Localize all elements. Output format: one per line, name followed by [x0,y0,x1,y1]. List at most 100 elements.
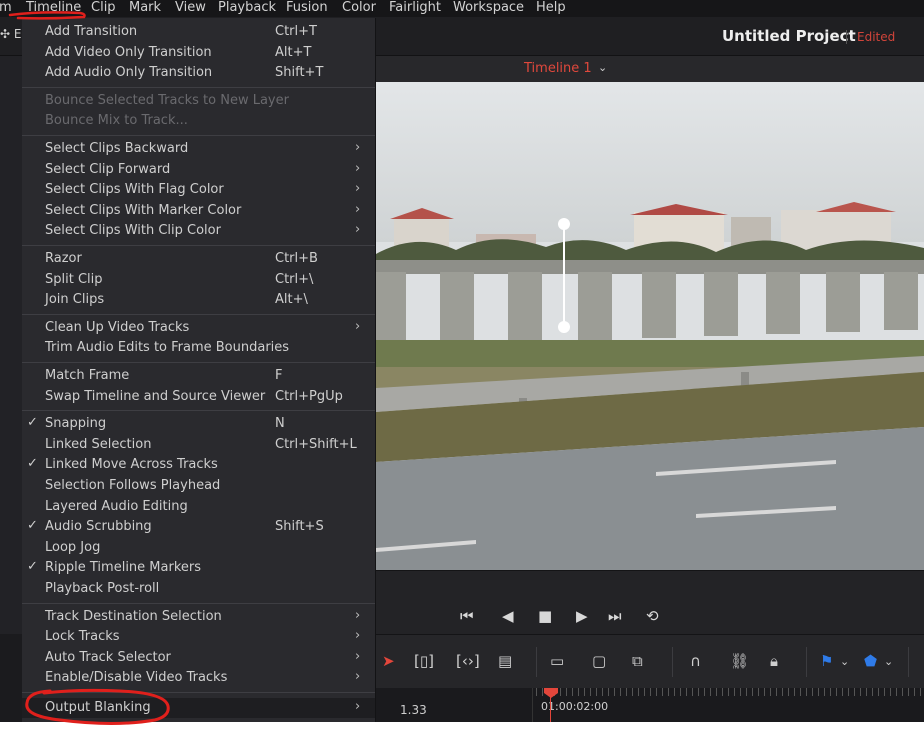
dynamic-trim-icon[interactable]: [‹›] [456,652,480,674]
replace-clip-icon[interactable]: ⧉ [632,652,643,674]
menu-timeline[interactable]: Timeline [26,0,81,16]
menu-item-audio-scrubbing[interactable]: ✓ Audio Scrubbing Shift+S [22,517,375,537]
position-lock-icon[interactable]: 🔒︎ [770,652,778,674]
menu-item-label: Trim Audio Edits to Frame Boundaries [45,340,290,356]
menu-item-output-blanking[interactable]: Output Blanking › [22,698,375,718]
menu-clip[interactable]: Clip [91,0,116,16]
overwrite-clip-icon[interactable]: ▢ [592,652,606,674]
menu-item-split-clip[interactable]: Split Clip Ctrl+\ [22,270,375,290]
menu-item-linked-selection[interactable]: Linked Selection Ctrl+Shift+L [22,435,375,455]
menu-workspace[interactable]: Workspace [453,0,524,16]
menu-item-label: Ripple Timeline Markers [45,560,202,576]
menu-separator [22,245,375,246]
flag-icon[interactable]: ⚑ [820,652,833,674]
menu-separator [22,362,375,363]
menu-item-select-clips-with-flag-color[interactable]: Select Clips With Flag Color › [22,180,375,200]
menu-fusion[interactable]: Fusion [286,0,328,16]
play-icon[interactable]: ▶ [576,607,588,625]
menu-item-swap-timeline-and-source-viewer[interactable]: Swap Timeline and Source Viewer Ctrl+PgUp [22,387,375,407]
marker-chevron-down-icon[interactable]: ⌄ [884,655,893,677]
menu-item-selection-follows-playhead[interactable]: Selection Follows Playhead [22,476,375,496]
menu-item-select-clips-backward[interactable]: Select Clips Backward › [22,139,375,159]
menu-item-label: Selection Follows Playhead [45,478,221,493]
menu-item-label: Linked Move Across Tracks [45,457,218,473]
menu-item-clean-up-video-tracks[interactable]: Clean Up Video Tracks › [22,318,375,338]
menu-item-snapping[interactable]: ✓ Snapping N [22,414,375,434]
resolve-window: m Timeline Clip Mark View Playback Fusio… [0,0,924,722]
playhead-icon[interactable] [544,688,558,698]
menu-item-label: Audio Scrubbing [45,519,152,535]
title-divider [846,30,847,44]
menu-item-shortcut: Alt+\ [275,292,308,308]
loop-icon[interactable]: ⟲ [646,607,659,625]
menu-item-lock-tracks[interactable]: Lock Tracks › [22,627,375,647]
edit-toolbar: ➤ [▯] [‹›] ▤ ▭ ▢ ⧉ ∩ ⛓ 🔒︎ ⚑ ⌄ ⬟ ⌄ [376,634,924,689]
menu-item-label: Join Clips [45,292,105,308]
menu-item-add-transition[interactable]: Add Transition Ctrl+T [22,22,375,42]
menu-item-add-video-only-transition[interactable]: Add Video Only Transition Alt+T [22,43,375,63]
menu-item-loop-jog[interactable]: Loop Jog [22,538,375,558]
check-icon: ✓ [27,415,38,431]
marker-icon[interactable]: ⬟ [864,652,877,674]
menu-item-bounce-selected-tracks-to-new-layer: Bounce Selected Tracks to New Layer [22,91,375,111]
stop-icon[interactable]: ■ [538,607,552,625]
go-to-start-icon[interactable]: ⏮ [460,607,474,625]
chevron-down-icon[interactable]: ⌄ [598,61,607,74]
menu-item-label: Enable/Disable Video Tracks [45,670,228,686]
flag-chevron-down-icon[interactable]: ⌄ [840,655,849,677]
go-to-end-icon[interactable]: ⏭ [608,607,622,625]
chevron-right-icon: › [355,699,361,714]
menu-item-label: Select Clips With Marker Color [45,202,242,218]
menu-item-join-clips[interactable]: Join Clips Alt+\ [22,290,375,310]
menu-fairlight[interactable]: Fairlight [389,0,441,16]
menu-item-shortcut: Ctrl+\ [275,271,314,287]
menu-item-label: Match Frame [45,368,130,383]
menu-item-razor[interactable]: Razor Ctrl+B [22,249,375,269]
menu-mark[interactable]: Mark [129,0,161,16]
link-icon[interactable]: ⛓ [730,652,749,674]
menu-item-playback-post-roll[interactable]: Playback Post-roll [22,579,375,599]
menu-item-select-clip-forward[interactable]: Select Clip Forward › [22,160,375,180]
menu-item-shortcut: Shift+T [275,65,324,81]
menu-item-select-clips-with-clip-color[interactable]: Select Clips With Clip Color › [22,221,375,241]
blade-tool-icon[interactable]: ▤ [498,652,512,674]
chevron-right-icon: › [355,160,361,176]
menu-item-select-clips-with-marker-color[interactable]: Select Clips With Marker Color › [22,201,375,221]
menu-item-add-audio-only-transition[interactable]: Add Audio Only Transition Shift+T [22,63,375,83]
timeline-name-dropdown[interactable]: Timeline 1 [524,61,592,76]
snapping-icon[interactable]: ∩ [690,652,701,674]
toolbar-divider [806,647,807,677]
effects-button-fragment[interactable]: ✣ E [0,27,21,41]
menu-playback[interactable]: Playback [218,0,276,16]
menu-item-match-frame[interactable]: Match Frame F [22,366,375,386]
insert-clip-icon[interactable]: ▭ [550,652,564,674]
menu-item-bounce-mix-to-track: Bounce Mix to Track... [22,111,375,131]
timeline-dropdown-menu: Add Transition Ctrl+T Add Video Only Trans… [22,18,376,722]
menu-item-enable-disable-video-tracks[interactable]: Enable/Disable Video Tracks › [22,668,375,688]
chevron-right-icon: › [355,201,361,217]
menu-color[interactable]: Color [342,0,376,16]
menu-item-linked-move-across-tracks[interactable]: ✓ Linked Move Across Tracks [22,455,375,475]
ruler-divider [532,688,533,722]
menu-item-label: Swap Timeline and Source Viewer [45,388,266,404]
menu-item-track-destination-selection[interactable]: Track Destination Selection › [22,607,375,627]
play-reverse-icon[interactable]: ◀ [502,607,514,625]
menu-bar: m Timeline Clip Mark View Playback Fusio… [0,0,924,17]
menu-item-shortcut: Ctrl+T [275,24,317,39]
timeline-ruler[interactable]: 1.33 01:00:02:00 [376,688,924,722]
menu-view[interactable]: View [175,0,206,16]
menu-edit-fragment[interactable]: m [0,0,12,16]
menu-item-label: Razor [45,251,82,266]
toolbar-divider [672,647,673,677]
menu-item-auto-track-selector[interactable]: Auto Track Selector › [22,648,375,668]
video-viewer[interactable] [376,82,924,570]
menu-item-label: Lock Tracks [45,629,120,645]
transport-controls: ⏮ ◀ ■ ▶ ⏭ ⟲ [376,570,924,635]
selection-tool-icon[interactable]: ➤ [382,652,395,674]
menu-item-ripple-timeline-markers[interactable]: ✓ Ripple Timeline Markers [22,558,375,578]
menu-item-label: Snapping [45,416,107,432]
menu-item-trim-audio-edits-to-frame-boundaries[interactable]: Trim Audio Edits to Frame Boundaries [22,338,375,358]
menu-help[interactable]: Help [536,0,566,16]
menu-item-layered-audio-editing[interactable]: Layered Audio Editing [22,497,375,517]
trim-tool-icon[interactable]: [▯] [414,652,434,674]
